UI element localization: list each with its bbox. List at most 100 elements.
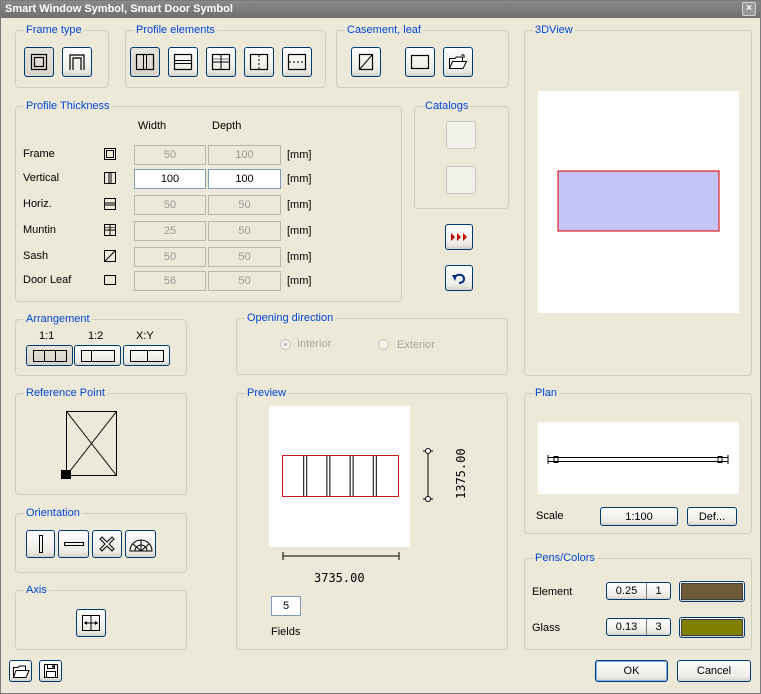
catalog-slot-2[interactable] <box>446 166 476 194</box>
scale-label: Scale <box>536 510 564 522</box>
frame-rectangular-button[interactable] <box>24 47 54 77</box>
orientation-cross-button[interactable] <box>92 530 122 558</box>
reference-point-selector[interactable] <box>59 409 119 481</box>
casement-leaf-button[interactable] <box>405 47 435 77</box>
frame-depth-input[interactable]: 100 <box>208 145 281 165</box>
profile-vertical-button[interactable] <box>130 47 160 77</box>
element-color-button[interactable] <box>679 581 745 602</box>
arrangement-x-y-button[interactable] <box>123 345 170 366</box>
horizontal-bar-icon <box>63 542 84 546</box>
profile-horizontal-icon <box>173 53 193 71</box>
opening-interior-radio[interactable] <box>280 339 291 350</box>
arrangement-free-icon <box>129 349 164 362</box>
arrangement-1-1-button[interactable] <box>26 345 73 366</box>
orientation-horizontal-button[interactable] <box>58 530 89 558</box>
profile-horizontal-dashed-button[interactable] <box>282 47 312 77</box>
ok-button[interactable]: OK <box>595 660 668 682</box>
catalog-slot-1[interactable] <box>446 121 476 149</box>
vertical-depth-input[interactable]: 100 <box>208 169 281 189</box>
catalogs-title: Catalogs <box>423 99 471 113</box>
define-scale-button[interactable]: Def... <box>687 507 737 526</box>
door-leaf-width-input[interactable]: 56 <box>134 271 206 291</box>
arc-icon <box>128 539 153 552</box>
glass-pen-selector[interactable]: 0.13 3 <box>606 618 671 636</box>
profile-horizontal-button[interactable] <box>168 47 198 77</box>
frame-u-shape-button[interactable] <box>62 47 92 77</box>
arrangement-label-1-1: 1:1 <box>39 330 55 342</box>
horiz-label: Horiz. <box>23 198 52 210</box>
save-favorites-button[interactable] <box>39 660 62 682</box>
preview-group: Preview 1375.00 3735.00 5 Fields <box>236 386 508 650</box>
horiz-width-input[interactable]: 50 <box>134 195 206 215</box>
axis-arrows-icon <box>82 615 100 631</box>
catalogs-group: Catalogs <box>414 99 509 209</box>
view3d-group: 3DView <box>524 23 752 376</box>
arrangement-1-2-button[interactable] <box>74 345 121 366</box>
glass-color-button[interactable] <box>679 617 745 638</box>
folder-open-icon <box>12 665 30 678</box>
undo-button[interactable] <box>445 265 473 291</box>
orientation-vertical-button[interactable] <box>26 530 55 558</box>
sash-width-input[interactable]: 50 <box>134 247 206 267</box>
cancel-button[interactable]: Cancel <box>677 660 751 682</box>
width-dimension-line <box>282 552 400 560</box>
profile-thickness-title: Profile Thickness <box>24 99 112 113</box>
door-leaf-label: Door Leaf <box>23 274 72 286</box>
glass-pen-width: 0.13 <box>615 621 638 633</box>
arrangement-title: Arrangement <box>24 312 92 326</box>
door-leaf-unit: [mm] <box>287 275 312 287</box>
preview-canvas <box>269 406 410 547</box>
door-leaf-profile-icon <box>104 275 116 285</box>
frame-type-group: Frame type <box>15 23 109 88</box>
horiz-depth-input[interactable]: 50 <box>208 195 281 215</box>
reference-point-title: Reference Point <box>24 386 107 400</box>
profile-muntin-button[interactable] <box>206 47 236 77</box>
axis-group: Axis <box>15 583 187 650</box>
frame-width-input[interactable]: 50 <box>134 145 206 165</box>
vertical-unit: [mm] <box>287 173 312 185</box>
close-button[interactable]: × <box>742 2 756 16</box>
arrangement-ratio-icon <box>80 349 115 362</box>
view3d-title: 3DView <box>533 23 575 37</box>
view3d-canvas[interactable] <box>538 91 739 313</box>
scale-button[interactable]: 1:100 <box>600 507 678 526</box>
frame-unit: [mm] <box>287 149 312 161</box>
sash-label: Sash <box>23 250 49 262</box>
casement-open-button[interactable] <box>443 47 473 77</box>
muntin-unit: [mm] <box>287 225 312 237</box>
preview-frame-outline <box>282 455 399 497</box>
dialog-window: Smart Window Symbol, Smart Door Symbol ×… <box>0 0 761 694</box>
width-column-header: Width <box>138 120 167 132</box>
axis-button[interactable] <box>76 609 106 637</box>
casement-sash-button[interactable] <box>351 47 381 77</box>
door-leaf-depth-input[interactable]: 50 <box>208 271 281 291</box>
glass-pen-label: Glass <box>532 622 561 634</box>
opening-exterior-radio[interactable] <box>378 339 389 350</box>
reference-point-marker <box>61 470 71 479</box>
glass-color-swatch <box>681 619 743 636</box>
orientation-arc-button[interactable] <box>125 530 156 558</box>
muntin-label: Muntin <box>23 224 57 236</box>
muntin-width-input[interactable]: 25 <box>134 221 206 241</box>
casement-leaf-group: Casement, leaf <box>336 23 509 88</box>
vertical-label: Vertical <box>23 172 60 184</box>
leaf-icon <box>410 54 430 70</box>
open-favorites-button[interactable] <box>9 660 32 682</box>
fields-count-input[interactable]: 5 <box>271 596 301 616</box>
plan-title: Plan <box>533 386 560 400</box>
undo-arrow-icon <box>452 273 466 284</box>
muntin-profile-icon <box>104 224 116 236</box>
vertical-profile-icon <box>104 172 116 184</box>
fields-label: Fields <box>271 626 301 638</box>
sash-depth-input[interactable]: 50 <box>208 247 281 267</box>
transfer-button[interactable] <box>445 224 473 250</box>
muntin-depth-input[interactable]: 50 <box>208 221 281 241</box>
profile-elements-title: Profile elements <box>134 23 217 37</box>
profile-thickness-group: Profile Thickness Width Depth Frame 50 1… <box>15 99 402 302</box>
element-pen-selector[interactable]: 0.25 1 <box>606 582 671 600</box>
vertical-width-input[interactable]: 100 <box>134 169 206 189</box>
opening-exterior-label: Exterior <box>397 339 435 351</box>
casement-leaf-title: Casement, leaf <box>345 23 423 37</box>
arrangement-label-1-2: 1:2 <box>88 330 104 342</box>
profile-vertical-dashed-button[interactable] <box>244 47 274 77</box>
